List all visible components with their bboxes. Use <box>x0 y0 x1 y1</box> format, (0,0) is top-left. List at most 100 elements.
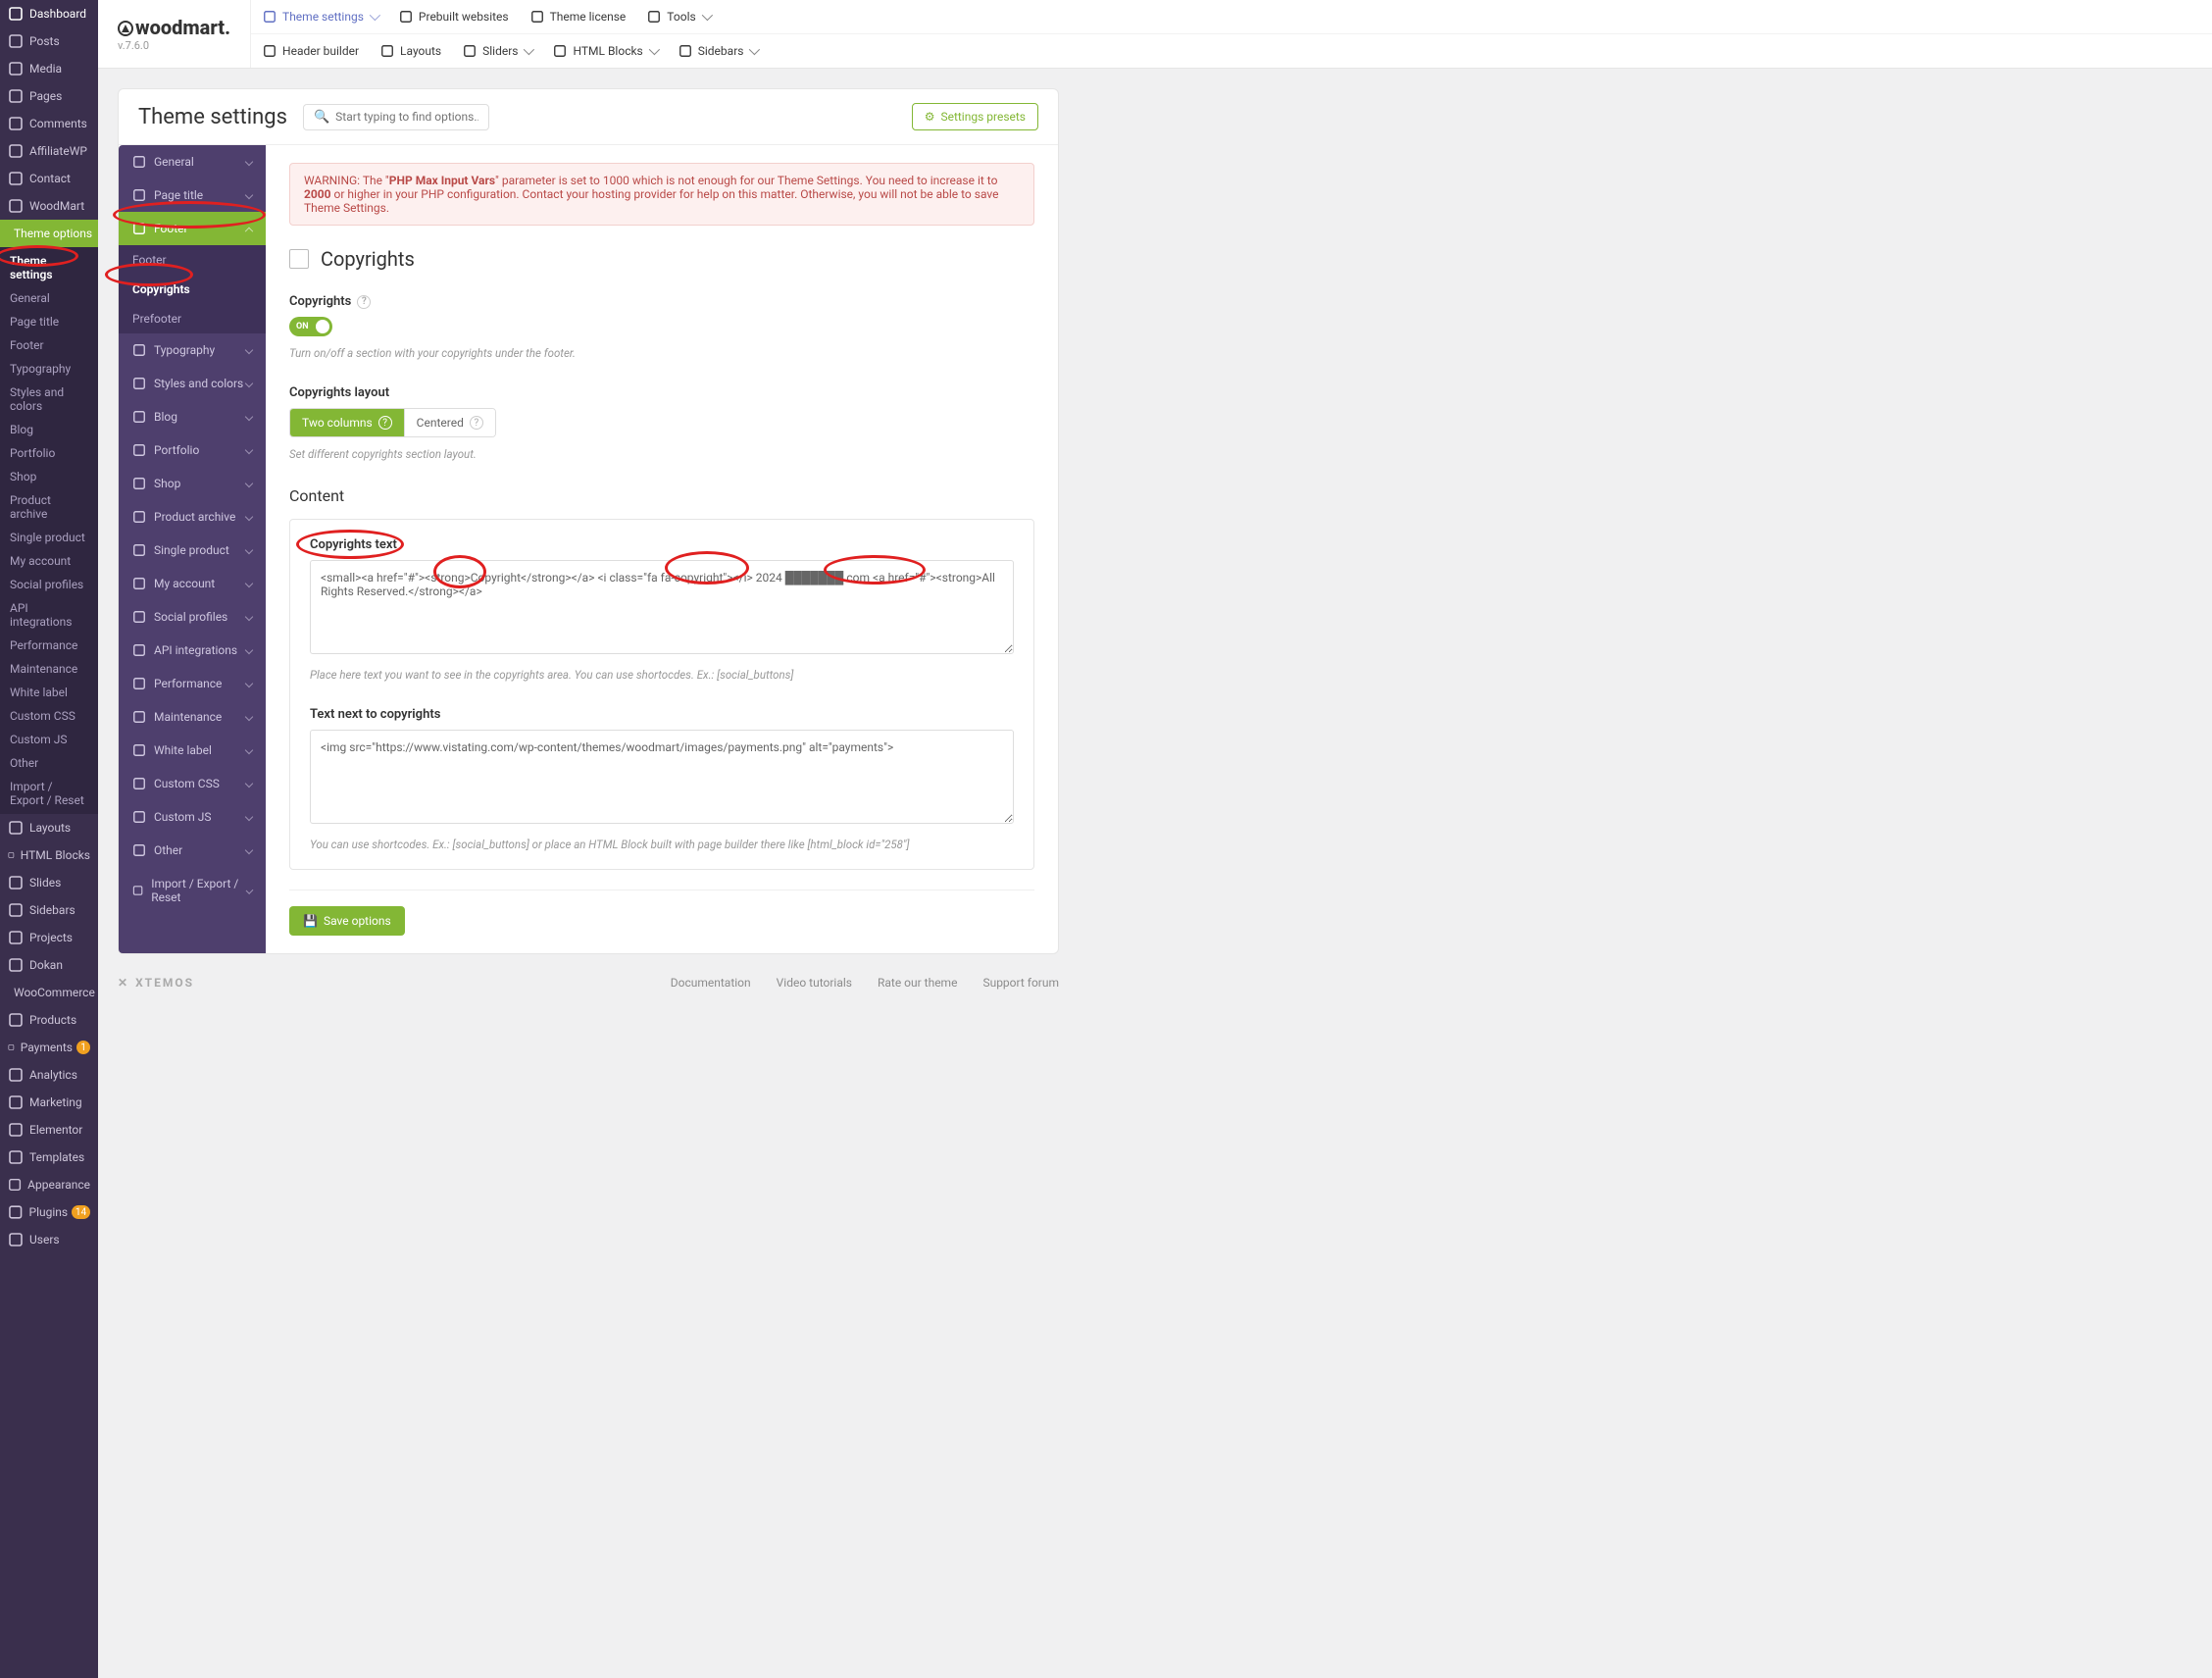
layout-two-columns[interactable]: Two columns ? <box>290 409 405 436</box>
nav-portfolio[interactable]: Portfolio <box>119 433 266 467</box>
footer-link-documentation[interactable]: Documentation <box>671 976 751 990</box>
wp-sidebar-theme-options[interactable]: Theme options <box>0 220 98 247</box>
nav-import-export-reset[interactable]: Import / Export / Reset <box>119 867 266 914</box>
nav-other[interactable]: Other <box>119 834 266 867</box>
wp-sub-theme-settings[interactable]: Theme settings <box>0 249 98 286</box>
nav-my-account[interactable]: My account <box>119 567 266 600</box>
wp-sidebar-comments[interactable]: Comments <box>0 110 98 137</box>
wp-sub-custom-js[interactable]: Custom JS <box>0 728 98 751</box>
wp-sidebar-contact[interactable]: Contact <box>0 165 98 192</box>
settings-presets-button[interactable]: ⚙ Settings presets <box>912 103 1038 130</box>
wp-sidebar-affiliatewp[interactable]: AffiliateWP <box>0 137 98 165</box>
wp-sub-typography[interactable]: Typography <box>0 357 98 381</box>
footer-link-rate-our-theme[interactable]: Rate our theme <box>878 976 957 990</box>
wp-sub-product-archive[interactable]: Product archive <box>0 488 98 526</box>
nav-footer[interactable]: Footer <box>119 212 266 245</box>
wp-sidebar-layouts[interactable]: Layouts <box>0 814 98 841</box>
save-button[interactable]: 💾 Save options <box>289 906 405 936</box>
wp-sub-api-integrations[interactable]: API integrations <box>0 596 98 634</box>
nav-typography[interactable]: Typography <box>119 333 266 367</box>
wp-sidebar-analytics[interactable]: Analytics <box>0 1061 98 1089</box>
nav-blog[interactable]: Blog <box>119 400 266 433</box>
nav-api-integrations[interactable]: API integrations <box>119 634 266 667</box>
nav-single-product[interactable]: Single product <box>119 534 266 567</box>
wp-sidebar-posts[interactable]: Posts <box>0 27 98 55</box>
wp-sub-page-title[interactable]: Page title <box>0 310 98 333</box>
wp-sidebar-woodmart[interactable]: WoodMart <box>0 192 98 220</box>
chevron-icon <box>245 813 253 821</box>
toolbar-layouts[interactable]: Layouts <box>380 44 441 58</box>
toolbar-tools[interactable]: Tools <box>647 10 709 24</box>
nav-page-title[interactable]: Page title <box>119 178 266 212</box>
wp-sidebar-woocommerce[interactable]: WooCommerce <box>0 979 98 1006</box>
nav-shop[interactable]: Shop <box>119 467 266 500</box>
wp-sub-white-label[interactable]: White label <box>0 681 98 704</box>
settings-search[interactable]: 🔍 <box>303 104 489 130</box>
sidebars2-icon <box>679 44 692 58</box>
wp-sub-shop[interactable]: Shop <box>0 465 98 488</box>
nav-sub-footer[interactable]: Footer <box>119 245 266 275</box>
nav-custom-css[interactable]: Custom CSS <box>119 767 266 800</box>
wp-sub-custom-css[interactable]: Custom CSS <box>0 704 98 728</box>
wp-sub-blog[interactable]: Blog <box>0 418 98 441</box>
copyrights-toggle[interactable]: ON <box>289 317 332 336</box>
wp-sub-footer[interactable]: Footer <box>0 333 98 357</box>
wp-sidebar-elementor[interactable]: Elementor <box>0 1116 98 1144</box>
toolbar-header-builder[interactable]: Header builder <box>263 44 359 58</box>
help-icon[interactable]: ? <box>470 416 483 430</box>
nav-label: Single product <box>154 543 229 557</box>
toolbar-sidebars[interactable]: Sidebars <box>679 44 758 58</box>
page-icon <box>132 188 146 202</box>
nav-sub-prefooter[interactable]: Prefooter <box>119 304 266 333</box>
toolbar-theme-license[interactable]: Theme license <box>530 10 627 24</box>
wp-sidebar-sidebars[interactable]: Sidebars <box>0 896 98 924</box>
wp-sidebar-html-blocks[interactable]: HTML Blocks <box>0 841 98 869</box>
nav-white-label[interactable]: White label <box>119 734 266 767</box>
wp-sub-import-export-reset[interactable]: Import / Export / Reset <box>0 775 98 812</box>
footer-link-video-tutorials[interactable]: Video tutorials <box>777 976 852 990</box>
nav-product-archive[interactable]: Product archive <box>119 500 266 534</box>
search-input[interactable] <box>335 110 478 124</box>
wp-sub-general[interactable]: General <box>0 286 98 310</box>
footer-link-support-forum[interactable]: Support forum <box>982 976 1059 990</box>
wp-sidebar-pages[interactable]: Pages <box>0 82 98 110</box>
wp-sidebar-templates[interactable]: Templates <box>0 1144 98 1171</box>
help-icon[interactable]: ? <box>378 416 392 430</box>
toolbar-sliders[interactable]: Sliders <box>463 44 531 58</box>
wp-sidebar-users[interactable]: Users <box>0 1226 98 1253</box>
nav-custom-js[interactable]: Custom JS <box>119 800 266 834</box>
wp-sidebar-marketing[interactable]: Marketing <box>0 1089 98 1116</box>
layout-centered[interactable]: Centered ? <box>405 409 495 436</box>
help-icon[interactable]: ? <box>357 295 371 309</box>
wp-sidebar-plugins[interactable]: Plugins14 <box>0 1198 98 1226</box>
wp-sidebar-dashboard[interactable]: Dashboard <box>0 0 98 27</box>
copyrights-text-input[interactable] <box>310 560 1014 654</box>
wp-sidebar-slides[interactable]: Slides <box>0 869 98 896</box>
brand-version: v.7.6.0 <box>118 39 230 52</box>
text-next-input[interactable] <box>310 730 1014 824</box>
nav-performance[interactable]: Performance <box>119 667 266 700</box>
wp-sub-social-profiles[interactable]: Social profiles <box>0 573 98 596</box>
toolbar-prebuilt-websites[interactable]: Prebuilt websites <box>399 10 509 24</box>
wp-sub-portfolio[interactable]: Portfolio <box>0 441 98 465</box>
wp-sub-styles-and-colors[interactable]: Styles and colors <box>0 381 98 418</box>
nav-styles-and-colors[interactable]: Styles and colors <box>119 367 266 400</box>
toolbar-html-blocks[interactable]: HTML Blocks <box>553 44 656 58</box>
wp-sub-maintenance[interactable]: Maintenance <box>0 657 98 681</box>
wp-sub-performance[interactable]: Performance <box>0 634 98 657</box>
wp-sub-single-product[interactable]: Single product <box>0 526 98 549</box>
toolbar-theme-settings[interactable]: Theme settings <box>263 10 377 24</box>
nav-sub-copyrights[interactable]: Copyrights <box>119 275 266 304</box>
nav-general[interactable]: General <box>119 145 266 178</box>
toolbar-label: HTML Blocks <box>573 44 642 58</box>
wp-sidebar-projects[interactable]: Projects <box>0 924 98 951</box>
nav-social-profiles[interactable]: Social profiles <box>119 600 266 634</box>
nav-maintenance[interactable]: Maintenance <box>119 700 266 734</box>
wp-sidebar-dokan[interactable]: Dokan <box>0 951 98 979</box>
wp-sidebar-products[interactable]: Products <box>0 1006 98 1034</box>
wp-sidebar-appearance[interactable]: Appearance <box>0 1171 98 1198</box>
wp-sidebar-media[interactable]: Media <box>0 55 98 82</box>
wp-sub-other[interactable]: Other <box>0 751 98 775</box>
wp-sub-my-account[interactable]: My account <box>0 549 98 573</box>
wp-sidebar-payments[interactable]: Payments1 <box>0 1034 98 1061</box>
